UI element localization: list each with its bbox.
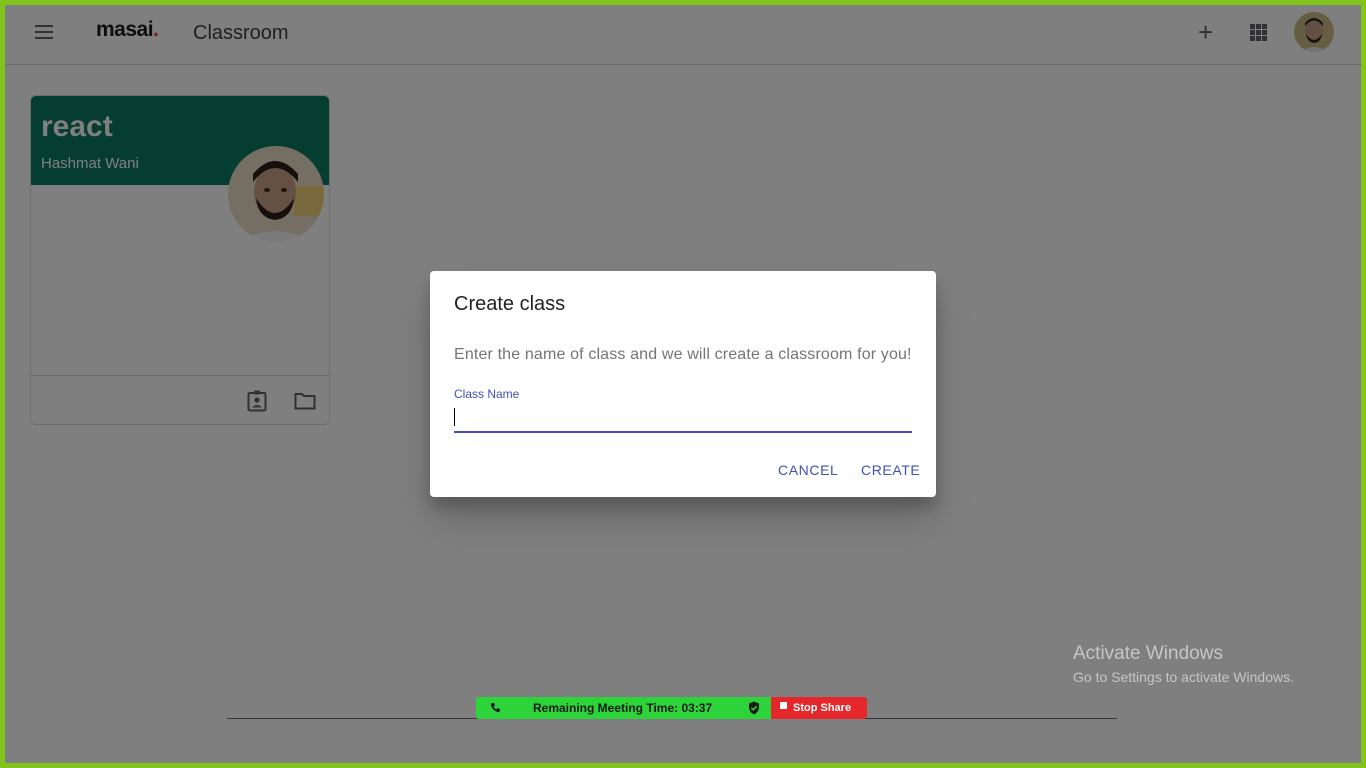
watermark-title: Activate Windows [1073, 643, 1223, 664]
meeting-time-bar[interactable]: Remaining Meeting Time: 03:37 [476, 697, 771, 719]
phone-icon [490, 702, 501, 716]
dialog-title: Create class [454, 293, 566, 315]
remaining-meeting-time: Remaining Meeting Time: 03:37 [533, 701, 713, 715]
class-name-label: Class Name [454, 387, 520, 401]
shield-check-icon [748, 701, 760, 720]
watermark-subtitle: Go to Settings to activate Windows. [1073, 669, 1294, 685]
text-caret [454, 408, 455, 426]
windows-activation-watermark: Activate Windows Go to Settings to activ… [1073, 643, 1294, 685]
stop-square-icon [780, 702, 787, 709]
dialog-description: Enter the name of class and we will crea… [454, 346, 912, 363]
screen: masai. Classroom + react Hashmat Wani [5, 5, 1361, 763]
stop-share-button[interactable]: Stop Share [771, 697, 867, 719]
class-name-input[interactable] [454, 405, 912, 433]
create-class-dialog: Create class Enter the name of class and… [430, 271, 936, 497]
stop-share-label: Stop Share [793, 702, 852, 714]
create-button[interactable]: CREATE [861, 462, 920, 478]
cancel-button[interactable]: CANCEL [778, 462, 838, 478]
